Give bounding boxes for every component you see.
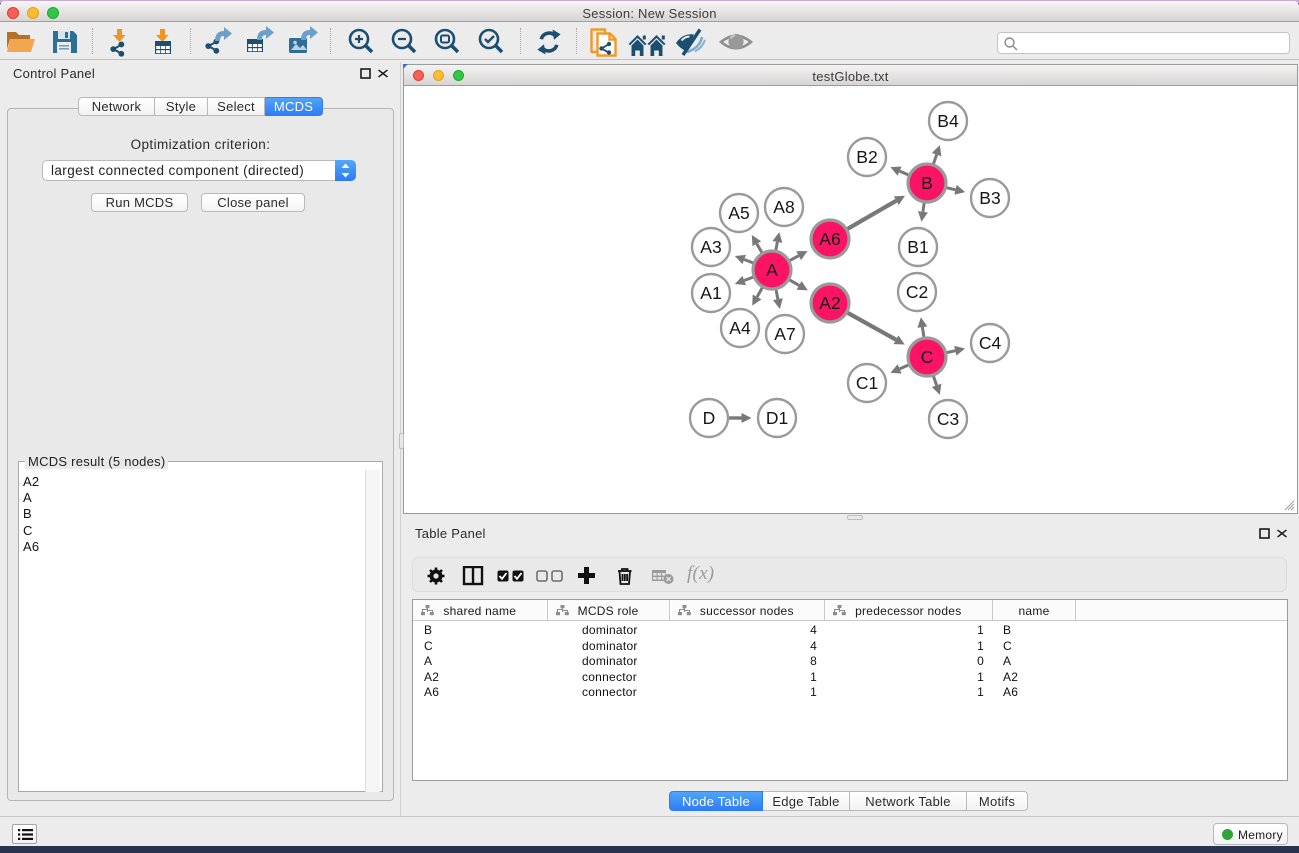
svg-text:C1: C1 bbox=[856, 373, 878, 393]
svg-text:B1: B1 bbox=[907, 237, 928, 257]
svg-text:D: D bbox=[703, 408, 716, 428]
svg-text:B4: B4 bbox=[937, 111, 959, 131]
svg-text:A7: A7 bbox=[774, 324, 795, 344]
svg-text:B3: B3 bbox=[979, 188, 1000, 208]
svg-text:A4: A4 bbox=[729, 318, 751, 338]
svg-text:B: B bbox=[921, 173, 933, 193]
svg-text:D1: D1 bbox=[766, 408, 788, 428]
svg-text:A1: A1 bbox=[700, 283, 721, 303]
svg-text:A5: A5 bbox=[728, 203, 749, 223]
svg-text:C2: C2 bbox=[906, 282, 928, 302]
svg-text:A2: A2 bbox=[819, 293, 840, 313]
svg-text:C3: C3 bbox=[937, 409, 959, 429]
svg-text:A6: A6 bbox=[819, 229, 840, 249]
svg-text:A: A bbox=[766, 260, 778, 280]
svg-text:A8: A8 bbox=[773, 197, 794, 217]
svg-text:B2: B2 bbox=[856, 147, 877, 167]
svg-text:C: C bbox=[921, 347, 934, 367]
svg-text:C4: C4 bbox=[979, 333, 1002, 353]
svg-text:A3: A3 bbox=[700, 237, 721, 257]
